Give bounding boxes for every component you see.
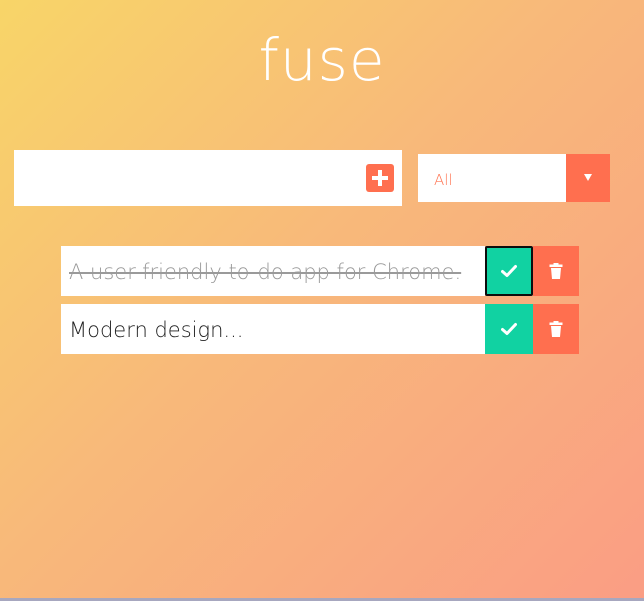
delete-button[interactable] (533, 304, 579, 354)
filter-dropdown-button[interactable] (566, 154, 610, 202)
todo-item: A user-friendly to-do app for Chrome. (61, 246, 579, 296)
caret-down-icon (584, 174, 592, 181)
plus-icon-stroke (378, 170, 382, 186)
check-icon (501, 323, 517, 335)
todo-list: A user-friendly to-do app for Chrome. Mo… (61, 246, 579, 362)
check-icon (501, 265, 517, 277)
todo-text: A user-friendly to-do app for Chrome. (61, 246, 485, 296)
filter-selected-value: All (434, 171, 453, 189)
todo-item: Modern design... (61, 304, 579, 354)
todo-input[interactable] (14, 150, 354, 206)
add-todo-button[interactable] (366, 164, 394, 192)
delete-button[interactable] (533, 246, 579, 296)
filter-select[interactable]: All (418, 154, 610, 202)
trash-icon (549, 263, 563, 279)
add-todo-bar (14, 150, 402, 206)
todo-text: Modern design... (61, 304, 485, 354)
app-title: fuse (258, 26, 386, 94)
complete-button[interactable] (485, 304, 533, 354)
trash-icon (549, 321, 563, 337)
complete-button[interactable] (485, 246, 533, 296)
